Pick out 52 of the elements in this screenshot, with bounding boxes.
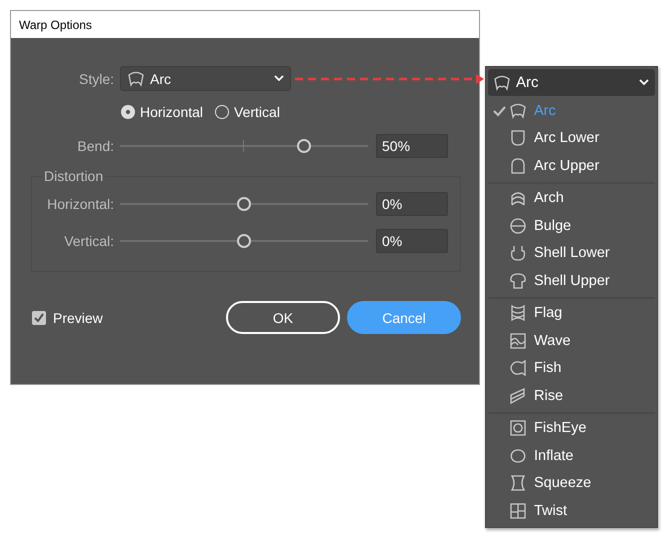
- fish-shape-icon: [509, 359, 527, 378]
- group-title: Distortion: [43, 168, 104, 184]
- arc-lower-shape-icon: [509, 129, 527, 148]
- arc-shape-icon: [493, 74, 511, 92]
- radio-option[interactable]: Horizontal: [121, 104, 204, 120]
- field-label: Vertical:: [63, 233, 114, 249]
- arc-upper-shape-icon: [509, 156, 527, 175]
- menu-item[interactable]: Rise: [488, 382, 655, 410]
- value-field[interactable]: 50%: [376, 134, 448, 158]
- ok-button[interactable]: OK: [226, 301, 340, 334]
- checkmark-icon: [493, 104, 506, 117]
- flag-shape-icon: [509, 304, 527, 322]
- style-dropdown[interactable]: Arc: [120, 66, 291, 91]
- menu-item[interactable]: Flag: [488, 300, 655, 327]
- radio-option[interactable]: Vertical: [215, 104, 280, 120]
- slider-thumb[interactable]: [237, 234, 251, 248]
- fisheye-shape-icon: [509, 419, 527, 438]
- menu-item[interactable]: Bulge: [488, 212, 655, 240]
- menu-item[interactable]: Arc Upper: [488, 152, 655, 180]
- menu-item[interactable]: Shell Upper: [488, 267, 655, 294]
- arc-shape-icon: [509, 102, 527, 120]
- chevron-icon: [274, 75, 284, 82]
- slider-thumb[interactable]: [296, 139, 311, 153]
- style-dropdown[interactable]: Arc: [488, 69, 655, 96]
- menu-item[interactable]: Arch: [488, 184, 655, 212]
- menu-item[interactable]: Inflate: [488, 442, 655, 470]
- shell-lower-shape-icon: [509, 244, 527, 262]
- shell-upper-shape-icon: [509, 272, 527, 290]
- preview-checkbox[interactable]: Preview: [32, 310, 226, 326]
- twist-shape-icon: [509, 502, 527, 520]
- chevron-icon: [639, 79, 649, 86]
- field-label: Style:: [78, 70, 114, 86]
- menu-item[interactable]: Shell Lower: [488, 240, 655, 267]
- bulge-shape-icon: [509, 216, 527, 235]
- menu-item[interactable]: Arc Lower: [488, 124, 655, 152]
- checkmark-icon: [34, 313, 44, 322]
- field-label: Horizontal:: [46, 196, 114, 212]
- field-label: Bend:: [76, 138, 114, 154]
- menu-item[interactable]: FishEye: [488, 414, 655, 442]
- value-field[interactable]: 0%: [376, 229, 448, 253]
- squeeze-shape-icon: [509, 474, 527, 492]
- menu-item[interactable]: Twist: [488, 497, 655, 524]
- menu-item[interactable]: Fish: [488, 354, 655, 382]
- window-title: Warp Options: [19, 18, 92, 32]
- wave-shape-icon: [509, 332, 527, 350]
- value-field[interactable]: 0%: [376, 192, 448, 216]
- menu-item[interactable]: Wave: [488, 327, 655, 354]
- menu-item[interactable]: Squeeze: [488, 470, 655, 497]
- arc-shape-icon: [127, 70, 145, 88]
- inflate-shape-icon: [509, 446, 527, 465]
- rise-shape-icon: [509, 386, 527, 405]
- slider-thumb[interactable]: [237, 197, 251, 211]
